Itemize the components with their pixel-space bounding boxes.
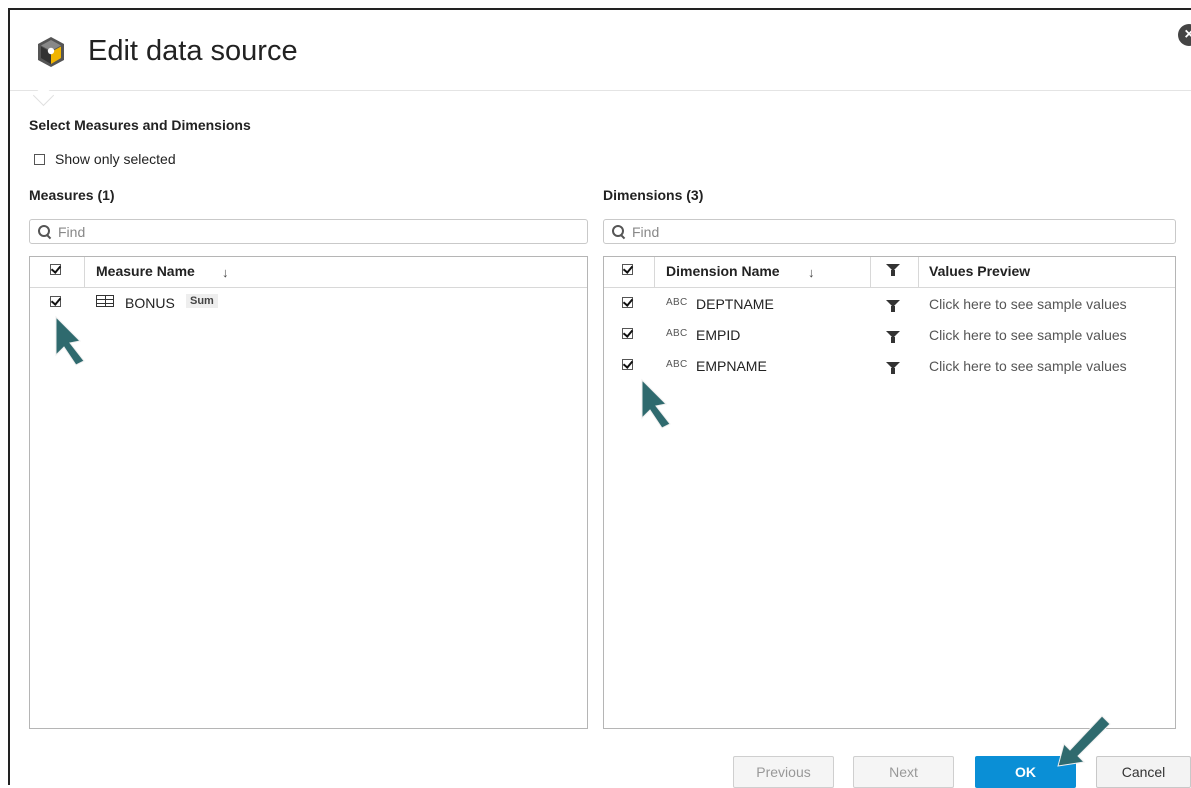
string-type-icon: ABC: [666, 359, 688, 370]
dimension-name: DEPTNAME: [696, 296, 774, 312]
dimension-name-header[interactable]: Dimension Name: [666, 263, 780, 279]
dialog-border-left: [8, 8, 10, 785]
annotation-pointer-icon: [641, 378, 671, 429]
annotation-pointer-icon: [55, 315, 85, 366]
aggregation-badge: Sum: [186, 294, 218, 308]
cube-logo-icon: [38, 37, 64, 67]
column-divider: [84, 257, 85, 287]
column-divider: [654, 257, 655, 287]
filter-icon[interactable]: [886, 300, 900, 312]
filter-icon[interactable]: [886, 362, 900, 374]
measures-search-input[interactable]: Find: [29, 219, 588, 244]
column-divider: [870, 257, 871, 287]
row-checkbox[interactable]: [50, 296, 61, 307]
dimensions-search-input[interactable]: Find: [603, 219, 1176, 244]
table-row[interactable]: ABC EMPID Click here to see sample value…: [604, 319, 1175, 350]
values-preview-link[interactable]: Click here to see sample values: [929, 327, 1127, 343]
section-title: Select Measures and Dimensions: [29, 117, 251, 133]
string-type-icon: ABC: [666, 328, 688, 339]
dialog-header: Edit data source: [10, 10, 1191, 91]
show-only-selected-label: Show only selected: [55, 151, 176, 167]
measure-name: BONUS: [125, 295, 175, 311]
search-icon: [38, 224, 52, 239]
dimensions-table-header: Dimension Name ↓ Values Preview: [604, 257, 1175, 288]
table-row[interactable]: ABC EMPNAME Click here to see sample val…: [604, 350, 1175, 381]
show-only-selected-checkbox[interactable]: [34, 153, 45, 165]
row-checkbox[interactable]: [622, 328, 633, 339]
column-divider: [918, 257, 919, 287]
row-checkbox[interactable]: [622, 359, 633, 370]
values-preview-link[interactable]: Click here to see sample values: [929, 296, 1127, 312]
values-preview-header: Values Preview: [929, 263, 1031, 279]
measures-select-all-checkbox[interactable]: [50, 264, 61, 275]
table-row[interactable]: BONUS Sum: [30, 287, 587, 318]
measures-search-placeholder: Find: [58, 223, 86, 240]
measures-table: Measure Name ↓ BONUS Sum: [29, 256, 588, 729]
annotation-pointer-icon: [1057, 715, 1111, 767]
dimensions-table: Dimension Name ↓ Values Preview ABC DEPT…: [603, 256, 1176, 729]
measures-label: Measures (1): [29, 187, 115, 203]
string-type-icon: ABC: [666, 297, 688, 308]
measure-name-header[interactable]: Measure Name: [96, 263, 195, 279]
search-icon: [612, 224, 626, 239]
show-only-selected-option[interactable]: Show only selected: [34, 151, 176, 167]
filter-icon[interactable]: [886, 331, 900, 343]
sort-down-icon[interactable]: ↓: [222, 265, 229, 280]
row-checkbox[interactable]: [622, 297, 633, 308]
dimensions-select-all-checkbox[interactable]: [622, 264, 633, 275]
next-button[interactable]: Next: [853, 756, 954, 788]
dimensions-label: Dimensions (3): [603, 187, 704, 203]
dimensions-search-placeholder: Find: [632, 223, 660, 240]
sort-down-icon[interactable]: ↓: [808, 265, 815, 280]
dialog-title: Edit data source: [88, 35, 298, 67]
measures-table-header: Measure Name ↓: [30, 257, 587, 288]
filter-icon: [886, 264, 900, 276]
previous-button[interactable]: Previous: [733, 756, 834, 788]
values-preview-link[interactable]: Click here to see sample values: [929, 358, 1127, 374]
dimension-name: EMPNAME: [696, 358, 767, 374]
measure-table-icon: [96, 295, 114, 307]
dimension-name: EMPID: [696, 327, 741, 343]
table-row[interactable]: ABC DEPTNAME Click here to see sample va…: [604, 288, 1175, 319]
